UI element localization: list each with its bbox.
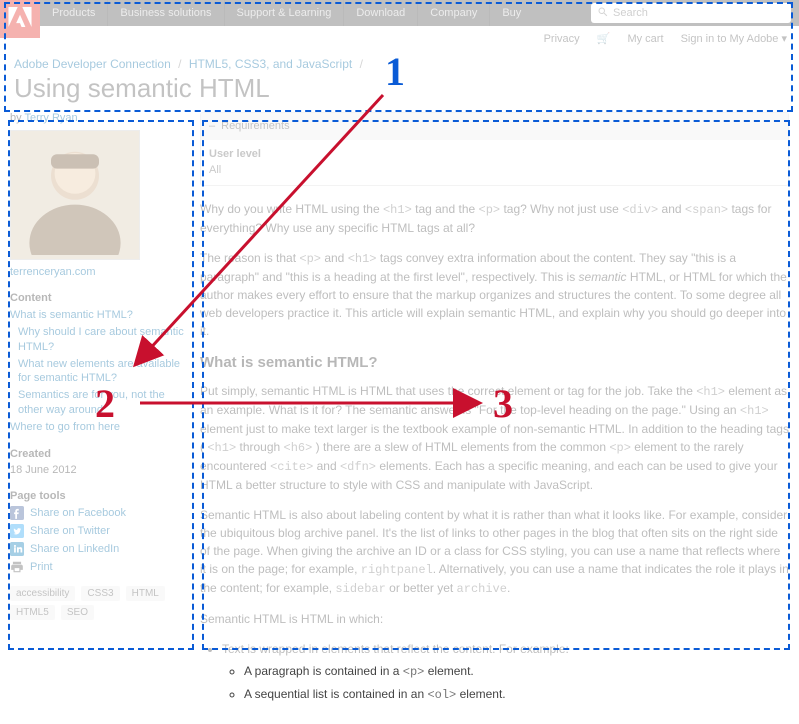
cart-link[interactable]: 🛒 My cart — [597, 33, 664, 45]
twitter-icon — [10, 524, 24, 538]
toc-item[interactable]: Where to go from here — [10, 420, 190, 434]
user-bar: Privacy 🛒 My cart Sign in to My Adobe ▾ — [0, 26, 799, 51]
facebook-icon — [10, 506, 24, 520]
nav-download[interactable]: Download — [343, 0, 417, 26]
nav-support[interactable]: Support & Learning — [224, 0, 344, 26]
linkedin-icon — [10, 542, 24, 556]
requirements-header[interactable]: – Requirements — [201, 113, 788, 140]
share-facebook[interactable]: Share on Facebook — [10, 506, 190, 520]
tools-heading: Page tools — [10, 490, 190, 502]
userlevel-label: User level — [209, 146, 780, 163]
tag[interactable]: HTML5 — [10, 605, 55, 620]
tag[interactable]: CSS3 — [81, 586, 119, 601]
print-page[interactable]: Print — [10, 560, 190, 574]
toc-item[interactable]: Why should I care about semantic HTML? — [10, 325, 190, 354]
tag-list: accessibility CSS3 HTML HTML5 SEO — [10, 584, 190, 622]
nav-business[interactable]: Business solutions — [107, 0, 223, 26]
search-icon — [597, 6, 609, 21]
breadcrumb-section[interactable]: HTML5, CSS3, and JavaScript — [189, 57, 352, 71]
created-date: 18 June 2012 — [10, 464, 190, 476]
toc-item[interactable]: What is semantic HTML? — [10, 308, 190, 322]
signin-link[interactable]: Sign in to My Adobe ▾ — [681, 33, 787, 45]
page-title: Using semantic HTML — [0, 71, 799, 112]
privacy-link[interactable]: Privacy — [544, 33, 580, 45]
byline: by Terry Ryan — [10, 112, 190, 124]
tag[interactable]: HTML — [126, 586, 165, 601]
nav-products[interactable]: Products — [40, 0, 107, 26]
search-box[interactable] — [591, 3, 791, 23]
share-linkedin[interactable]: Share on LinkedIn — [10, 542, 190, 556]
userlevel-value: All — [209, 164, 221, 176]
primary-nav: Products Business solutions Support & Le… — [40, 0, 533, 26]
collapse-icon: – — [209, 118, 215, 135]
content-heading: Content — [10, 292, 190, 304]
sidebar: by Terry Ryan terrenceryan.com Content W… — [10, 112, 190, 714]
breadcrumb-root[interactable]: Adobe Developer Connection — [14, 57, 171, 71]
author-link[interactable]: Terry Ryan — [24, 112, 77, 124]
nav-company[interactable]: Company — [417, 0, 489, 26]
author-avatar — [10, 130, 140, 260]
article-body: – Requirements User level All Why do you… — [200, 112, 789, 714]
global-nav-bar: Products Business solutions Support & Le… — [0, 0, 799, 26]
section-heading: What is semantic HTML? — [200, 352, 789, 375]
search-input[interactable] — [613, 7, 773, 19]
tag[interactable]: SEO — [61, 605, 94, 620]
author-site-link[interactable]: terrenceryan.com — [10, 266, 190, 278]
created-heading: Created — [10, 448, 190, 460]
adobe-logo[interactable] — [0, 0, 40, 38]
print-icon — [10, 560, 24, 574]
toc-item[interactable]: What new elements are available for sema… — [10, 357, 190, 386]
breadcrumb: Adobe Developer Connection / HTML5, CSS3… — [0, 51, 799, 71]
tag[interactable]: accessibility — [10, 586, 75, 601]
toc-item[interactable]: Semantics are for you, not the other way… — [10, 388, 190, 417]
requirements-box: – Requirements User level All — [200, 112, 789, 186]
nav-buy[interactable]: Buy — [489, 0, 533, 26]
share-twitter[interactable]: Share on Twitter — [10, 524, 190, 538]
